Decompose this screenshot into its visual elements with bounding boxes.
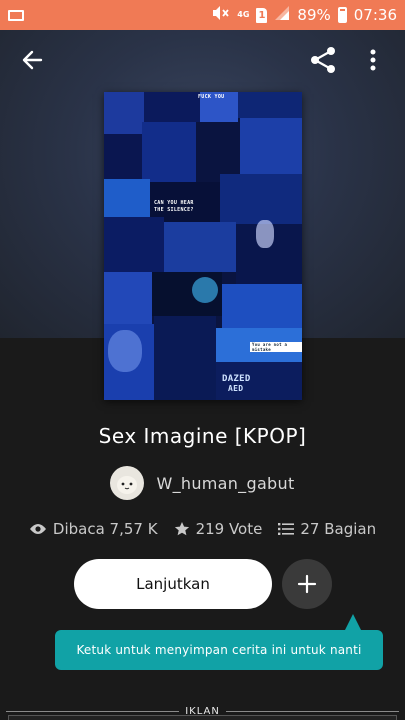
cover-caption-mid1: CAN YOU HEAR bbox=[154, 200, 194, 206]
votes-count: 219 Vote bbox=[195, 520, 263, 538]
cover-caption-box: You are not a mistake bbox=[250, 342, 302, 352]
cover-caption-bottom1: DAZED bbox=[222, 374, 251, 384]
clock: 07:36 bbox=[353, 6, 397, 24]
share-button[interactable] bbox=[303, 40, 343, 80]
status-bar: 4G 1 89% 07:36 bbox=[0, 0, 405, 30]
story-detail-screen: 4G 1 89% 07:36 FUCK YOU CAN YOU HEAR THE… bbox=[0, 0, 405, 720]
story-stats: Dibaca 7,57 K 219 Vote 27 Bagian bbox=[0, 520, 405, 538]
battery-percent: 89% bbox=[297, 6, 331, 24]
add-to-library-button[interactable] bbox=[282, 559, 332, 609]
tooltip-arrow bbox=[345, 614, 361, 630]
eye-icon bbox=[29, 524, 46, 534]
author-name[interactable]: W_human_gabut bbox=[156, 474, 294, 493]
cover-caption-bottom2: AED bbox=[228, 384, 244, 393]
mute-icon bbox=[212, 5, 230, 25]
battery-icon bbox=[337, 7, 347, 23]
cover-caption-top: FUCK YOU bbox=[198, 94, 225, 100]
story-actions: Lanjutkan bbox=[74, 559, 332, 609]
story-cover-image[interactable]: FUCK YOU CAN YOU HEAR THE SILENCE? You a… bbox=[104, 92, 302, 400]
more-vert-icon bbox=[370, 49, 376, 71]
star-icon bbox=[174, 522, 189, 536]
toolbar bbox=[0, 30, 405, 90]
ad-container[interactable] bbox=[8, 715, 397, 720]
avatar-face-icon bbox=[117, 476, 138, 494]
status-left bbox=[8, 9, 24, 21]
back-button[interactable] bbox=[12, 40, 52, 80]
sim-icon: 1 bbox=[256, 7, 268, 23]
story-title: Sex Imagine [KPOP] bbox=[98, 424, 307, 448]
plus-icon bbox=[297, 574, 317, 594]
status-right: 4G 1 89% 07:36 bbox=[212, 5, 397, 25]
share-icon bbox=[311, 47, 335, 73]
votes-stat: 219 Vote bbox=[174, 520, 263, 538]
more-options-button[interactable] bbox=[353, 40, 393, 80]
arrow-back-icon bbox=[22, 50, 43, 70]
cover-caption-mid2: THE SILENCE? bbox=[154, 207, 194, 213]
continue-reading-button[interactable]: Lanjutkan bbox=[74, 559, 272, 609]
parts-stat: 27 Bagian bbox=[278, 520, 376, 538]
reads-stat: Dibaca 7,57 K bbox=[29, 520, 158, 538]
signal-icon bbox=[274, 5, 290, 25]
notification-mail-icon bbox=[8, 9, 24, 21]
network-type: 4G bbox=[237, 10, 250, 19]
toolbar-actions bbox=[303, 40, 393, 80]
parts-count: 27 Bagian bbox=[300, 520, 377, 538]
ad-divider-line-right bbox=[225, 710, 400, 712]
ad-divider-line-left bbox=[6, 710, 180, 712]
reads-count: Dibaca 7,57 K bbox=[52, 520, 158, 538]
save-story-tooltip[interactable]: Ketuk untuk menyimpan cerita ini untuk n… bbox=[55, 630, 383, 670]
author-row[interactable]: W_human_gabut bbox=[0, 466, 405, 500]
author-avatar[interactable] bbox=[110, 466, 145, 500]
tooltip-text: Ketuk untuk menyimpan cerita ini untuk n… bbox=[76, 643, 362, 657]
list-icon bbox=[278, 523, 295, 535]
